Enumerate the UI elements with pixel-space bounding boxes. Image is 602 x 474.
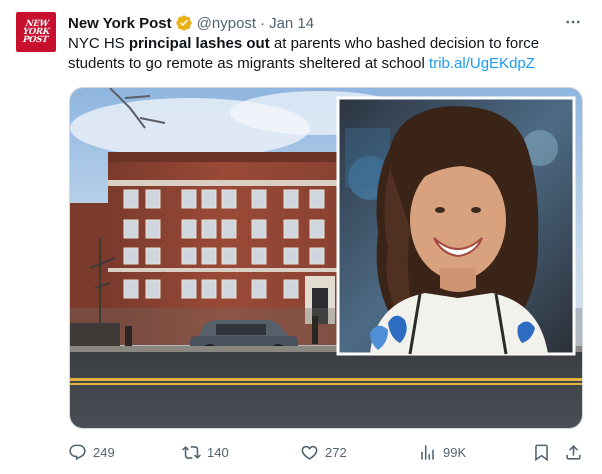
- like-button[interactable]: 272: [300, 440, 347, 464]
- repost-count: 140: [207, 444, 229, 460]
- more-button[interactable]: [562, 12, 584, 32]
- timestamp[interactable]: Jan 14: [269, 15, 314, 32]
- like-count: 272: [325, 444, 347, 460]
- share-button[interactable]: [564, 440, 589, 464]
- tweet-link[interactable]: trib.al/UgEKdpZ: [429, 55, 535, 72]
- bookmark-button[interactable]: [532, 440, 557, 464]
- text-part: NYC HS: [68, 35, 129, 52]
- street: [70, 350, 582, 428]
- action-bar: 249 140 272 99K: [68, 440, 588, 464]
- inset-portrait: [336, 96, 576, 356]
- reply-icon: [69, 444, 86, 460]
- nypost-logo: NEW YORK POST: [22, 19, 50, 45]
- display-name[interactable]: New York Post: [68, 15, 172, 32]
- tweet-header: New York Post @nypost · Jan 14: [68, 13, 314, 33]
- repost-button[interactable]: 140: [182, 440, 229, 464]
- tweet-card[interactable]: NEW YORK POST New York Post @nypost · Ja…: [0, 0, 602, 474]
- bookmark-icon: [535, 444, 548, 461]
- separator: ·: [260, 14, 266, 32]
- share-icon: [566, 444, 581, 460]
- views-icon: [421, 444, 434, 460]
- tweet-media[interactable]: [69, 87, 583, 429]
- repost-icon: [182, 445, 201, 459]
- reply-count: 249: [93, 444, 115, 460]
- verified-badge-icon[interactable]: [175, 14, 193, 32]
- more-icon: [566, 20, 580, 24]
- like-icon: [301, 445, 318, 460]
- tweet-text: NYC HS principal lashes out at parents w…: [68, 34, 588, 74]
- reply-button[interactable]: 249: [68, 440, 115, 464]
- views-button[interactable]: 99K: [418, 440, 466, 464]
- school-photo: [70, 88, 582, 428]
- text-part-bold: principal lashes out: [128, 35, 270, 52]
- avatar[interactable]: NEW YORK POST: [16, 12, 56, 52]
- handle[interactable]: @nypost: [197, 15, 256, 32]
- views-count: 99K: [443, 444, 467, 460]
